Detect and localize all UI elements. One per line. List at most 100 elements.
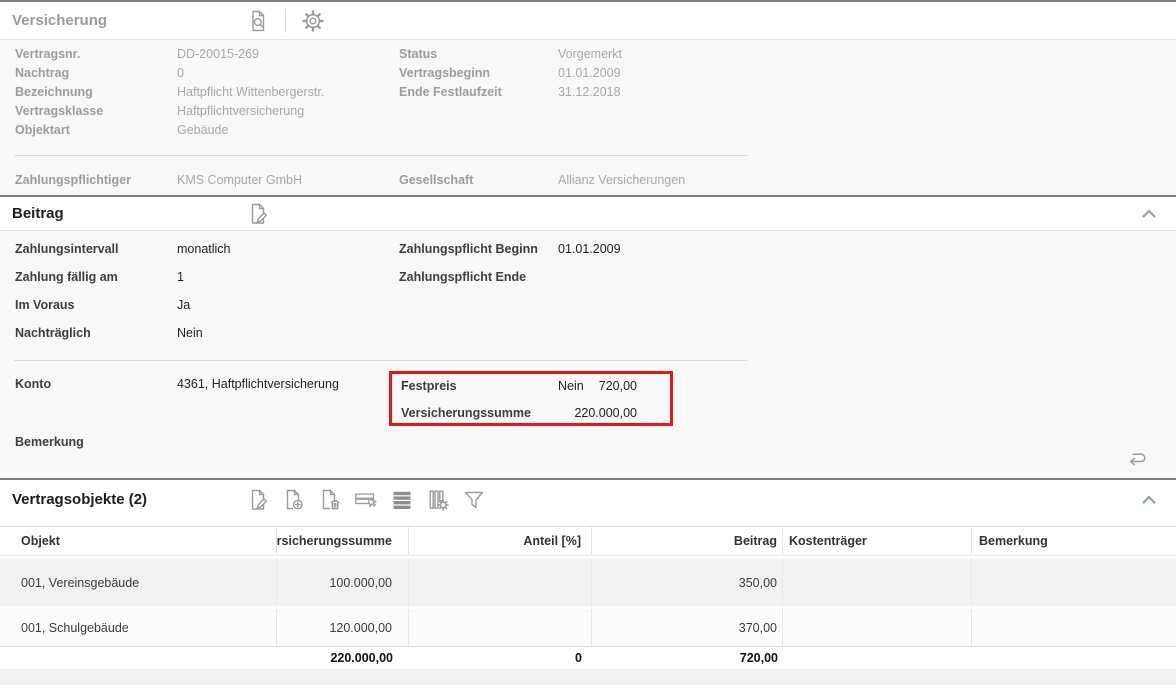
field-value: DD-20015-269	[177, 47, 259, 61]
field-label: Zahlungsintervall	[15, 242, 119, 256]
column-header: Bemerkung	[972, 527, 1176, 555]
collapse-icon[interactable]	[1136, 201, 1162, 227]
cell-anteil	[409, 609, 592, 646]
versicherungssumme-row: Versicherungssumme 220.000,00	[392, 406, 670, 426]
divider	[14, 360, 747, 361]
versicherung-header: Versicherung	[0, 2, 1176, 40]
table-total-row: 220.000,00 0 720,00	[0, 647, 1176, 669]
field-label: Zahlungspflicht Ende	[399, 270, 526, 284]
total-spacer	[783, 647, 972, 669]
beitrag-toolbar	[245, 201, 271, 227]
settings-icon[interactable]	[300, 8, 326, 34]
section-vertragsobjekte: Vertragsobjekte (2)	[0, 478, 1176, 685]
field-value: 4361, Haftpflichtversicherung	[177, 377, 339, 391]
vertragsobjekte-toolbar	[245, 487, 487, 513]
total-spacer	[0, 647, 277, 669]
field-value: 720,00	[599, 379, 637, 393]
field-row: Vertragsnr. DD-20015-269 Status Vorgemer…	[0, 47, 1176, 66]
section-title-beitrag: Beitrag	[12, 205, 245, 222]
cell-bemerkung	[972, 609, 1176, 646]
field-value: Gebäude	[177, 123, 228, 137]
cell-versicherungssumme: 120.000,00	[277, 609, 409, 646]
field-row: Nachträglich Nein	[0, 326, 1176, 354]
table-row[interactable]: 001, Schulgebäude 120.000,00 370,00	[0, 609, 1176, 647]
collapse-icon[interactable]	[1136, 487, 1162, 513]
field-value: Allianz Versicherungen	[558, 173, 685, 187]
vertragsobjekte-table: Objekt Versicherungssumme Anteil [%] Bei…	[0, 526, 1176, 685]
cell-versicherungssumme: 100.000,00	[277, 559, 409, 606]
cell-anteil	[409, 559, 592, 606]
field-label: Im Voraus	[15, 298, 75, 312]
field-label: Bezeichnung	[15, 85, 93, 99]
field-label: Konto	[15, 377, 51, 391]
field-label: Nachtrag	[15, 66, 69, 80]
field-label: Nachträglich	[15, 326, 91, 340]
section-title-vertragsobjekte: Vertragsobjekte (2)	[12, 491, 245, 508]
field-label: Zahlungspflicht Beginn	[399, 242, 538, 256]
total-beitrag: 720,00	[592, 647, 783, 669]
cell-bemerkung	[972, 559, 1176, 606]
column-header: Anteil [%]	[409, 527, 592, 555]
total-versicherungssumme: 220.000,00	[277, 647, 409, 669]
field-value: Nein	[177, 326, 203, 340]
field-value: Nein	[558, 379, 584, 393]
vertragsobjekte-header: Vertragsobjekte (2)	[0, 480, 1176, 519]
total-anteil: 0	[409, 647, 592, 669]
cell-objekt: 001, Vereinsgebäude	[0, 559, 277, 606]
table-row[interactable]: 001, Vereinsgebäude 100.000,00 350,00	[0, 559, 1176, 606]
field-value: 220.000,00	[574, 406, 637, 420]
field-value: Ja	[177, 298, 190, 312]
field-row: Im Voraus Ja	[0, 298, 1176, 326]
section-versicherung: Versicherung	[0, 0, 1176, 195]
select-icon[interactable]	[353, 487, 379, 513]
field-label: Objektart	[15, 123, 70, 137]
field-row: Bemerkung	[0, 435, 1176, 454]
add-icon[interactable]	[281, 487, 307, 513]
field-value: monatlich	[177, 242, 231, 256]
delete-icon[interactable]	[317, 487, 343, 513]
toolbar-divider	[285, 9, 286, 33]
table-header-row: Objekt Versicherungssumme Anteil [%] Bei…	[0, 526, 1176, 556]
festpreis-row: Festpreis Nein 720,00	[392, 379, 670, 399]
preview-icon[interactable]	[245, 8, 271, 34]
field-label: Vertragsbeginn	[399, 66, 490, 80]
rows-icon[interactable]	[389, 487, 415, 513]
column-settings-icon[interactable]	[425, 487, 451, 513]
bottom-strip	[0, 669, 1176, 685]
field-value: 1	[177, 270, 184, 284]
field-row: Zahlungspflichtiger KMS Computer GmbH Ge…	[0, 173, 1176, 192]
field-row: Zahlungsintervall monatlich Zahlungspfli…	[0, 242, 1176, 270]
field-value: 01.01.2009	[558, 66, 621, 80]
filter-icon[interactable]	[461, 487, 487, 513]
field-row: Vertragsklasse Haftpflichtversicherung	[0, 104, 1176, 123]
total-spacer	[972, 647, 1176, 669]
field-label: Gesellschaft	[399, 173, 473, 187]
field-label: Bemerkung	[15, 435, 84, 449]
section-beitrag: Beitrag Zahlungsintervall monatlich Zahl…	[0, 195, 1176, 478]
field-label: Zahlung fällig am	[15, 270, 118, 284]
edit-icon[interactable]	[245, 487, 271, 513]
field-label: Festpreis	[401, 379, 457, 393]
field-value: Haftpflichtversicherung	[177, 104, 304, 118]
cell-objekt: 001, Schulgebäude	[0, 609, 277, 646]
field-label: Ende Festlaufzeit	[399, 85, 502, 99]
field-row: Zahlung fällig am 1 Zahlungspflicht Ende	[0, 270, 1176, 298]
field-value: Haftpflicht Wittenbergerstr.	[177, 85, 324, 99]
column-header: Objekt	[0, 527, 277, 555]
column-header: Kostenträger	[783, 527, 972, 555]
field-row: Objektart Gebäude	[0, 123, 1176, 142]
field-value: 0	[177, 66, 184, 80]
field-row: Nachtrag 0 Vertragsbeginn 01.01.2009	[0, 66, 1176, 85]
divider	[14, 155, 747, 156]
field-value: 31.12.2018	[558, 85, 621, 99]
column-header: Versicherungssumme	[277, 527, 409, 555]
column-header: Beitrag	[592, 527, 783, 555]
edit-icon[interactable]	[245, 201, 271, 227]
field-value: Vorgemerkt	[558, 47, 622, 61]
field-label: Zahlungspflichtiger	[15, 173, 131, 187]
beitrag-header: Beitrag	[0, 197, 1176, 231]
return-icon[interactable]	[1123, 445, 1149, 471]
cell-beitrag: 370,00	[592, 609, 783, 646]
field-value: KMS Computer GmbH	[177, 173, 302, 187]
section-title-versicherung: Versicherung	[12, 12, 245, 29]
